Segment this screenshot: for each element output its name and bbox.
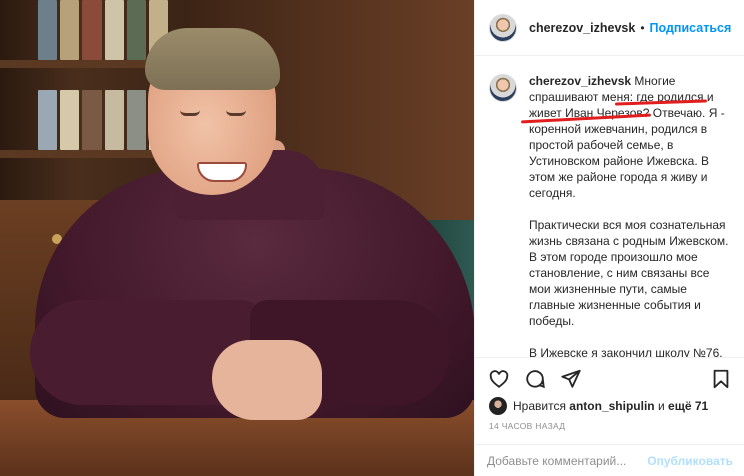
comment-input[interactable] [487,453,648,468]
likes-summary: Нравится anton_shipulin и ещё 71 [489,396,708,416]
author-avatar[interactable] [489,13,517,42]
likes-prefix: Нравится [513,399,566,413]
post-panel: cherezov_izhevsk • Подписаться cherezov_… [474,0,744,476]
post-header: cherezov_izhevsk • Подписаться [475,0,744,56]
caption-paragraph-2: Практически вся моя сознательная жизнь с… [529,218,729,328]
comment-form: Опубликовать [475,444,744,476]
publish-button[interactable]: Опубликовать [647,454,733,468]
follow-button[interactable]: Подписаться [650,21,732,35]
likes-count[interactable]: ещё 71 [668,399,708,413]
bookmark-icon[interactable] [709,367,733,391]
header-separator: • [640,20,645,35]
action-bar [475,360,744,398]
caption-username[interactable]: cherezov_izhevsk [529,74,631,88]
photo-person-hands [212,340,322,420]
caption-section: cherezov_izhevsk Многие спрашивают меня:… [475,57,744,357]
comment-icon[interactable] [523,367,547,391]
caption-author-avatar[interactable] [489,74,517,102]
liker-username[interactable]: anton_shipulin [569,399,654,413]
post-photo[interactable] [0,0,474,476]
caption-paragraph-3: В Ижевске я закончил школу №76. Сегодня … [529,346,723,357]
liker-avatar[interactable] [489,397,507,415]
likes-and: и [657,399,665,413]
heart-icon[interactable] [487,367,511,391]
share-icon[interactable] [559,367,583,391]
post-timestamp[interactable]: 14 часов назад [489,421,565,431]
author-username[interactable]: cherezov_izhevsk [529,21,635,35]
